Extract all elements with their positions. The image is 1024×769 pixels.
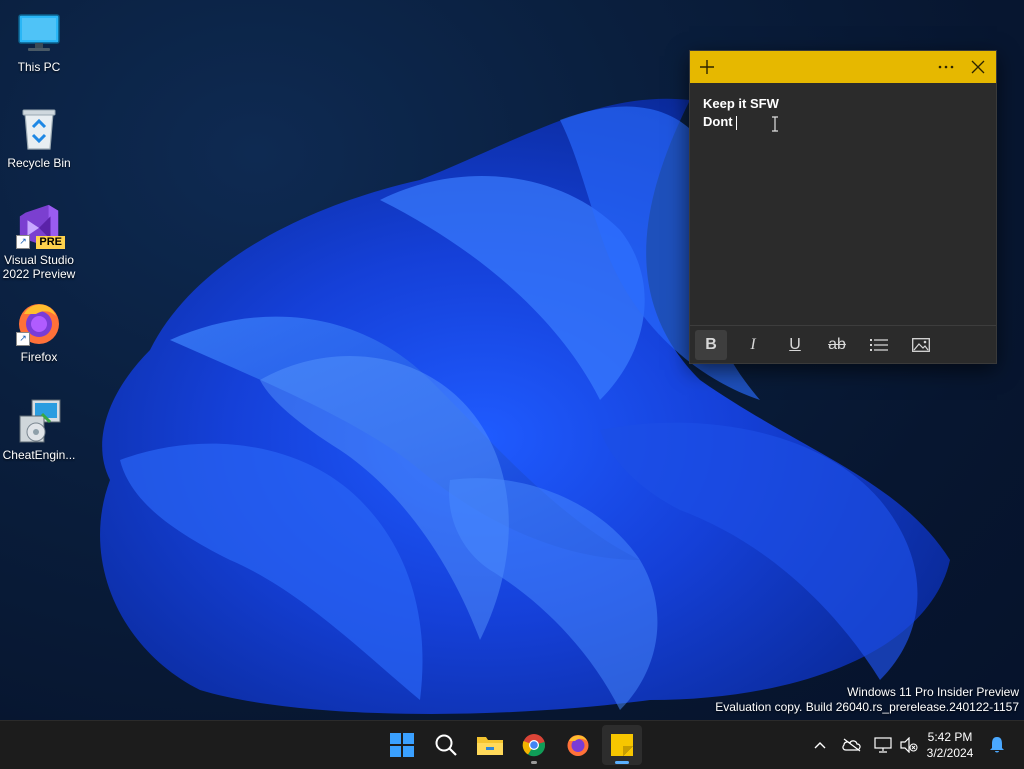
active-indicator <box>615 761 629 764</box>
clock-time: 5:42 PM <box>927 730 973 744</box>
underline-button[interactable]: U <box>779 330 811 360</box>
firefox-icon <box>567 735 589 756</box>
desktop-icon-label: Visual Studio 2022 Preview <box>2 253 76 281</box>
watermark-line: Evaluation copy. Build 26040.rs_prerelea… <box>715 700 1019 714</box>
desktop-icon-label: Firefox <box>20 350 58 364</box>
ibeam-cursor-icon <box>771 116 779 137</box>
desktop-icon-cheatengine[interactable]: CheatEngin... <box>1 398 77 462</box>
note-line: Dont <box>703 114 733 129</box>
installer-icon <box>16 398 62 444</box>
show-hidden-icons-button[interactable] <box>808 721 832 769</box>
start-button[interactable] <box>382 725 422 765</box>
network-icon <box>874 737 892 753</box>
more-options-button[interactable] <box>930 51 962 83</box>
network-button[interactable] <box>872 721 894 769</box>
sticky-note-titlebar[interactable] <box>690 51 996 83</box>
notifications-button[interactable] <box>986 721 1008 769</box>
firefox-taskbar-button[interactable] <box>558 725 598 765</box>
close-button[interactable] <box>962 51 994 83</box>
italic-button[interactable]: I <box>737 330 769 360</box>
strikethrough-button[interactable]: ab <box>821 330 853 360</box>
formatting-toolbar: B I U ab <box>690 325 996 363</box>
ellipsis-icon <box>938 65 954 69</box>
sticky-notes-button[interactable] <box>602 725 642 765</box>
strikethrough-icon: ab <box>828 335 846 353</box>
monitor-icon <box>16 10 62 56</box>
chevron-up-icon <box>814 742 826 749</box>
preview-badge: PRE <box>36 236 65 249</box>
text-caret <box>735 115 737 130</box>
recycle-bin-icon <box>16 106 62 152</box>
desktop-icon-label: Recycle Bin <box>7 156 71 170</box>
chrome-icon <box>522 734 546 757</box>
search-button[interactable] <box>426 725 466 765</box>
bell-icon <box>990 737 1004 753</box>
desktop-icon-visual-studio[interactable]: PRE ↗ Visual Studio 2022 Preview <box>1 203 77 281</box>
desktop-icon-firefox[interactable]: ↗ Firefox <box>1 300 77 364</box>
bold-icon: B <box>705 335 717 353</box>
desktop-icon-label: CheatEngin... <box>2 448 76 462</box>
visual-studio-icon: PRE ↗ <box>16 203 65 249</box>
firefox-icon: ↗ <box>16 300 62 346</box>
volume-button[interactable] <box>898 721 920 769</box>
close-icon <box>971 60 985 74</box>
plus-icon <box>700 60 714 74</box>
sticky-note-window[interactable]: Keep it SFW Dont B I U ab <box>689 50 997 364</box>
italic-icon: I <box>750 335 756 353</box>
shortcut-arrow-icon: ↗ <box>16 332 30 346</box>
cloud-offline-icon <box>842 738 861 752</box>
watermark-line: Windows 11 Pro Insider Preview <box>847 685 1019 699</box>
running-indicator <box>531 761 537 764</box>
onedrive-button[interactable] <box>840 721 864 769</box>
windows-logo-icon <box>390 733 414 757</box>
image-icon <box>912 337 930 352</box>
clock[interactable]: 5:42 PM 3/2/2024 <box>920 729 980 761</box>
search-icon <box>435 734 457 756</box>
note-text-area[interactable]: Keep it SFW Dont <box>690 83 996 143</box>
underline-icon: U <box>789 335 801 353</box>
sticky-notes-icon <box>611 734 633 756</box>
clock-date: 3/2/2024 <box>926 746 974 760</box>
desktop-icon-this-pc[interactable]: This PC <box>1 10 77 74</box>
bullets-button[interactable] <box>863 330 895 360</box>
evaluation-watermark: Windows 11 Pro Insider Preview Evaluatio… <box>715 685 1019 715</box>
desktop-icon-recycle-bin[interactable]: Recycle Bin <box>1 106 77 170</box>
bullet-list-icon <box>870 338 888 351</box>
file-explorer-button[interactable] <box>470 725 510 765</box>
bold-button[interactable]: B <box>695 329 727 360</box>
folder-icon <box>477 737 503 755</box>
taskbar: 5:42 PM 3/2/2024 <box>0 720 1024 769</box>
desktop-icon-label: This PC <box>17 60 61 74</box>
shortcut-arrow-icon: ↗ <box>16 235 30 249</box>
volume-muted-icon <box>900 737 918 753</box>
chrome-button[interactable] <box>514 725 554 765</box>
add-note-button[interactable] <box>691 51 723 83</box>
note-line: Keep it SFW <box>703 96 779 111</box>
add-image-button[interactable] <box>905 330 937 360</box>
